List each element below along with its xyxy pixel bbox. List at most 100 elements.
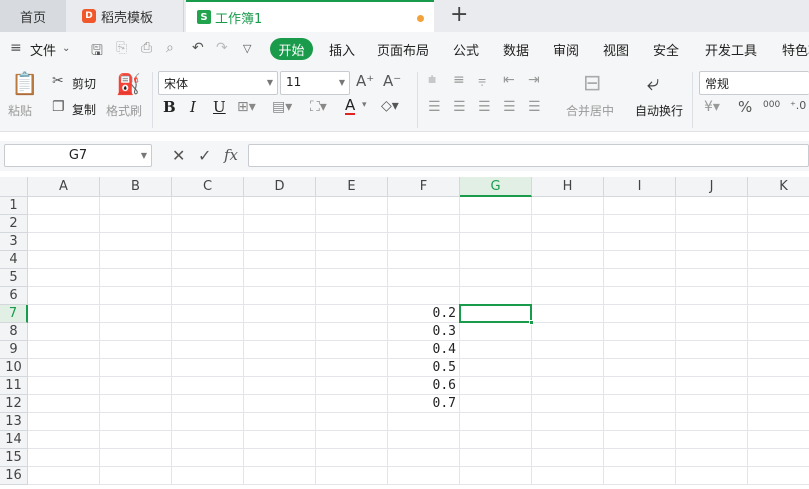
row-header-11[interactable]: 11 (0, 377, 28, 395)
paste-icon[interactable]: 📋 (11, 72, 38, 97)
cell-e10[interactable] (316, 359, 388, 377)
merge-center-icon[interactable]: ⊟ (583, 71, 601, 96)
cell-k6[interactable] (748, 287, 809, 305)
paste-button[interactable]: 粘贴 (8, 102, 32, 119)
cell-c12[interactable] (172, 395, 244, 413)
decrease-font-icon[interactable]: A⁻ (383, 72, 401, 90)
cell-j15[interactable] (676, 449, 748, 467)
font-size-select[interactable]: 11 ▼ (280, 71, 350, 95)
column-header-e[interactable]: E (316, 177, 388, 197)
cell-g3[interactable] (460, 233, 532, 251)
cell-h3[interactable] (532, 233, 604, 251)
number-format-select[interactable]: 常规 (699, 71, 809, 95)
align-right-icon[interactable]: ☰ (478, 99, 491, 115)
cell-i9[interactable] (604, 341, 676, 359)
cell-b14[interactable] (100, 431, 172, 449)
cell-h11[interactable] (532, 377, 604, 395)
row-header-9[interactable]: 9 (0, 341, 28, 359)
cell-b11[interactable] (100, 377, 172, 395)
cell-d16[interactable] (244, 467, 316, 485)
select-all-corner[interactable] (0, 177, 28, 197)
cell-h16[interactable] (532, 467, 604, 485)
column-header-c[interactable]: C (172, 177, 244, 197)
row-header-4[interactable]: 4 (0, 251, 28, 269)
cell-k10[interactable] (748, 359, 809, 377)
cell-a16[interactable] (28, 467, 100, 485)
thousands-separator-button[interactable]: 000 (763, 100, 780, 110)
italic-button[interactable]: I (190, 98, 196, 116)
cell-c10[interactable] (172, 359, 244, 377)
cell-e12[interactable] (316, 395, 388, 413)
cell-f13[interactable] (388, 413, 460, 431)
row-header-8[interactable]: 8 (0, 323, 28, 341)
cell-j11[interactable] (676, 377, 748, 395)
row-header-2[interactable]: 2 (0, 215, 28, 233)
cell-i4[interactable] (604, 251, 676, 269)
row-header-14[interactable]: 14 (0, 431, 28, 449)
cell-f6[interactable] (388, 287, 460, 305)
cell-c14[interactable] (172, 431, 244, 449)
currency-icon[interactable]: ¥▾ (704, 99, 720, 115)
cell-j2[interactable] (676, 215, 748, 233)
chevron-down-icon[interactable]: ▾ (362, 100, 367, 110)
scissors-icon[interactable]: ✂ (52, 73, 64, 89)
cell-g5[interactable] (460, 269, 532, 287)
cell-b2[interactable] (100, 215, 172, 233)
align-left-icon[interactable]: ☰ (428, 99, 441, 115)
cell-j12[interactable] (676, 395, 748, 413)
cell-f8[interactable]: 0.3 (388, 323, 460, 341)
print-preview-icon[interactable]: ⌕ (166, 40, 174, 56)
menu-view[interactable]: 视图 (603, 40, 629, 59)
cell-d5[interactable] (244, 269, 316, 287)
cell-e16[interactable] (316, 467, 388, 485)
cell-g14[interactable] (460, 431, 532, 449)
cell-h10[interactable] (532, 359, 604, 377)
cell-a2[interactable] (28, 215, 100, 233)
cell-j5[interactable] (676, 269, 748, 287)
menu-review[interactable]: 审阅 (553, 40, 579, 59)
cell-d13[interactable] (244, 413, 316, 431)
column-header-a[interactable]: A (28, 177, 100, 197)
cell-j13[interactable] (676, 413, 748, 431)
cell-j10[interactable] (676, 359, 748, 377)
cell-g11[interactable] (460, 377, 532, 395)
cell-d12[interactable] (244, 395, 316, 413)
cut-button[interactable]: 剪切 (72, 75, 96, 92)
font-name-select[interactable]: 宋体 ▼ (158, 71, 278, 95)
cell-a12[interactable] (28, 395, 100, 413)
cell-h2[interactable] (532, 215, 604, 233)
cell-h7[interactable] (532, 305, 604, 323)
cell-c3[interactable] (172, 233, 244, 251)
new-tab-plus-icon[interactable]: + (450, 3, 468, 27)
cell-b9[interactable] (100, 341, 172, 359)
column-header-f[interactable]: F (388, 177, 460, 197)
cell-d2[interactable] (244, 215, 316, 233)
border-icon[interactable]: ⊞▾ (237, 99, 256, 115)
confirm-icon[interactable]: ✓ (198, 146, 211, 165)
cell-j7[interactable] (676, 305, 748, 323)
cell-j1[interactable] (676, 197, 748, 215)
menu-data[interactable]: 数据 (503, 40, 529, 59)
cell-a9[interactable] (28, 341, 100, 359)
redo-icon[interactable]: ↷ (216, 40, 228, 56)
cell-d10[interactable] (244, 359, 316, 377)
cell-k1[interactable] (748, 197, 809, 215)
cell-e11[interactable] (316, 377, 388, 395)
cell-g9[interactable] (460, 341, 532, 359)
cell-d3[interactable] (244, 233, 316, 251)
cell-f3[interactable] (388, 233, 460, 251)
cell-d9[interactable] (244, 341, 316, 359)
cancel-icon[interactable]: ✕ (172, 146, 185, 165)
cell-e8[interactable] (316, 323, 388, 341)
cell-h14[interactable] (532, 431, 604, 449)
cell-g6[interactable] (460, 287, 532, 305)
copy-button[interactable]: 复制 (72, 101, 96, 118)
print-icon[interactable]: ⎙ (141, 40, 152, 56)
cell-d14[interactable] (244, 431, 316, 449)
cell-a11[interactable] (28, 377, 100, 395)
fill-color-icon[interactable]: ⛶▾ (310, 99, 327, 115)
cell-f9[interactable]: 0.4 (388, 341, 460, 359)
cell-k9[interactable] (748, 341, 809, 359)
menu-insert[interactable]: 插入 (329, 40, 355, 59)
row-header-16[interactable]: 16 (0, 467, 28, 485)
